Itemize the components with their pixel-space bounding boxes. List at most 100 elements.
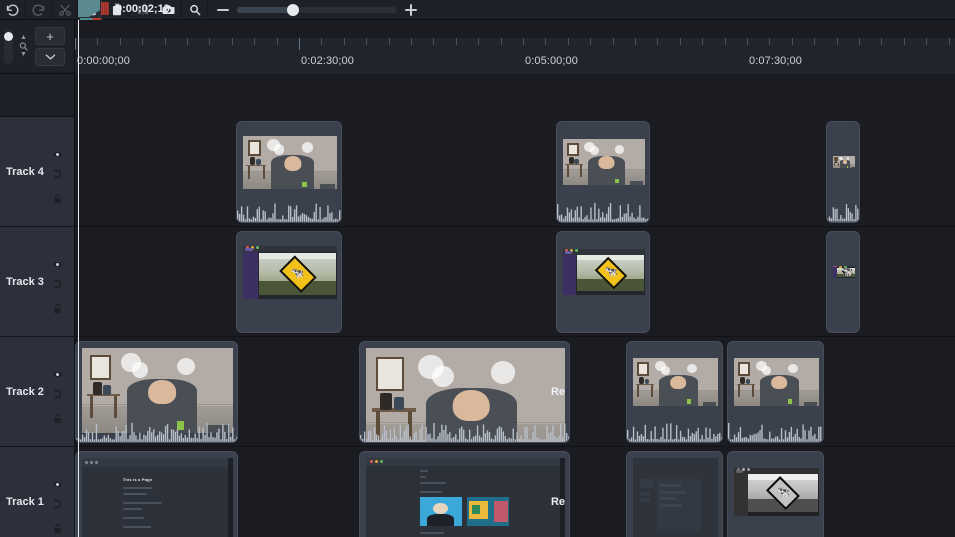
timeline-clip[interactable] xyxy=(626,451,723,537)
track-label: Track 3 xyxy=(6,275,44,288)
clip-waveform xyxy=(557,202,649,222)
track-header-track-3[interactable]: Track 3 xyxy=(0,227,75,337)
ruler-tick-minor xyxy=(702,38,703,45)
clip-waveform xyxy=(360,423,569,442)
ruler-tick-minor xyxy=(613,38,614,45)
track-lock-icon[interactable] xyxy=(48,189,66,207)
track-label: Track 4 xyxy=(6,165,44,178)
clip-waveform xyxy=(627,423,722,442)
ruler-label: 0:07:30;00 xyxy=(749,55,802,67)
search-icon[interactable] xyxy=(182,0,208,20)
timeline-clip[interactable]: Re xyxy=(359,341,570,443)
zoom-in-button[interactable] xyxy=(404,3,418,17)
track-visibility-eye-icon[interactable] xyxy=(48,365,66,383)
timeline-clip[interactable]: This is a Page xyxy=(75,451,238,537)
cut-icon[interactable] xyxy=(52,0,78,20)
ruler-tick-minor xyxy=(904,38,905,45)
ruler-tick-minor xyxy=(680,38,681,45)
playhead-timecode: 0:00:02;19 xyxy=(116,2,170,15)
zoom-height-icon[interactable]: ▲ ▼ xyxy=(18,34,29,58)
track-lock-icon[interactable] xyxy=(48,409,66,427)
add-track-button[interactable]: + xyxy=(35,27,65,45)
clip-thumbnail: 🐄 xyxy=(833,266,855,278)
playhead-flag[interactable]: 0:00:02;19 xyxy=(78,0,170,17)
clip-waveform xyxy=(76,422,237,442)
track-panel-spacer xyxy=(0,74,75,117)
track-lock-icon[interactable] xyxy=(48,299,66,317)
timeline-clip[interactable]: Re xyxy=(359,451,570,537)
ruler-tick-minor xyxy=(120,38,121,45)
track-magnet-icon[interactable] xyxy=(48,275,66,293)
video-editor-window: ▲ ▼ + 0:00:00;00 0:02:30;00 0:05:00;00 0:07… xyxy=(0,0,955,537)
clip-thumbnail xyxy=(833,156,855,168)
ruler-tick-minor xyxy=(837,38,838,45)
ruler-tick-minor xyxy=(389,38,390,45)
timeline-clip[interactable]: 🐄 xyxy=(727,451,824,537)
timeline-clip[interactable] xyxy=(826,121,860,223)
timeline-clip[interactable] xyxy=(727,341,824,443)
ruler-tick-minor xyxy=(321,38,322,45)
clip-waveform xyxy=(237,203,341,222)
track-height-slider[interactable] xyxy=(4,29,13,64)
collapse-tracks-button[interactable] xyxy=(35,48,65,66)
playhead-handle[interactable] xyxy=(78,0,100,17)
track-lane-track-2[interactable]: Re xyxy=(75,337,955,447)
track-lane-track-4[interactable] xyxy=(75,117,955,227)
timeline-canvas[interactable]: 🐄 🐄 🐄 Re This is a Page Re 🐄 xyxy=(75,74,955,537)
clip-thumbnail: 🐄 xyxy=(243,246,337,299)
ruler-tick-minor xyxy=(545,38,546,45)
timeline-ruler[interactable]: 0:00:00;00 0:02:30;00 0:05:00;00 0:07:30;00 xyxy=(75,20,955,74)
track-magnet-icon[interactable] xyxy=(48,385,66,403)
track-label: Track 1 xyxy=(6,495,44,508)
track-visibility-eye-icon[interactable] xyxy=(48,145,66,163)
clip-waveform xyxy=(728,422,823,442)
clip-thumbnail: This is a Page xyxy=(82,458,233,537)
ruler-label: 0:05:00;00 xyxy=(525,55,578,67)
timeline-clip[interactable]: 🐄 xyxy=(556,231,650,333)
timeline-clip[interactable]: 🐄 xyxy=(236,231,342,333)
ruler-marker-lane[interactable] xyxy=(75,20,955,38)
track-header-track-1[interactable]: Track 1 xyxy=(0,447,75,537)
timeline-clip[interactable] xyxy=(556,121,650,223)
clip-name: Re xyxy=(550,496,565,508)
ruler-tick-minor xyxy=(411,38,412,45)
track-header-track-2[interactable]: Track 2 xyxy=(0,337,75,447)
playhead-line[interactable] xyxy=(78,20,79,537)
timeline-clip[interactable] xyxy=(626,341,723,443)
zoom-slider[interactable] xyxy=(237,3,397,16)
ruler-tick-minor xyxy=(725,38,726,45)
ruler-tick-minor xyxy=(97,38,98,45)
track-magnet-icon[interactable] xyxy=(48,165,66,183)
undo-icon[interactable] xyxy=(0,0,26,20)
zoom-control xyxy=(216,0,418,20)
ruler-tick-minor xyxy=(209,38,210,45)
ruler-tick-minor xyxy=(366,38,367,45)
redo-icon[interactable] xyxy=(26,0,52,20)
timeline-clip[interactable] xyxy=(236,121,342,223)
timeline-clip[interactable] xyxy=(75,341,238,443)
ruler-tick-minor xyxy=(523,38,524,45)
ruler-tick-minor xyxy=(165,38,166,45)
track-lane-track-3[interactable]: 🐄 🐄 🐄 xyxy=(75,227,955,337)
track-lane-track-1[interactable]: This is a Page Re 🐄 xyxy=(75,447,955,537)
track-visibility-eye-icon[interactable] xyxy=(48,255,66,273)
clip-thumbnail xyxy=(82,348,233,433)
ruler-tick-minor xyxy=(232,38,233,45)
track-visibility-eye-icon[interactable] xyxy=(48,475,66,493)
ruler-tick-minor xyxy=(433,38,434,45)
clip-thumbnail xyxy=(366,458,565,537)
ruler-tick-minor xyxy=(949,38,950,45)
timeline-clip[interactable]: 🐄 xyxy=(826,231,860,333)
ruler-tick-minor xyxy=(478,38,479,45)
ruler-tick-major xyxy=(299,38,300,50)
track-magnet-icon[interactable] xyxy=(48,495,66,513)
track-lock-icon[interactable] xyxy=(48,519,66,537)
ruler-ticks[interactable]: 0:00:00;00 0:02:30;00 0:05:00;00 0:07:30;00 xyxy=(75,38,955,74)
zoom-out-button[interactable] xyxy=(216,3,230,17)
track-header-track-4[interactable]: Track 4 xyxy=(0,117,75,227)
ruler-tick-minor xyxy=(344,38,345,45)
ruler-tick-minor xyxy=(792,38,793,45)
ruler-tick-minor xyxy=(859,38,860,45)
track-label: Track 2 xyxy=(6,385,44,398)
clip-name: Re xyxy=(550,386,565,398)
